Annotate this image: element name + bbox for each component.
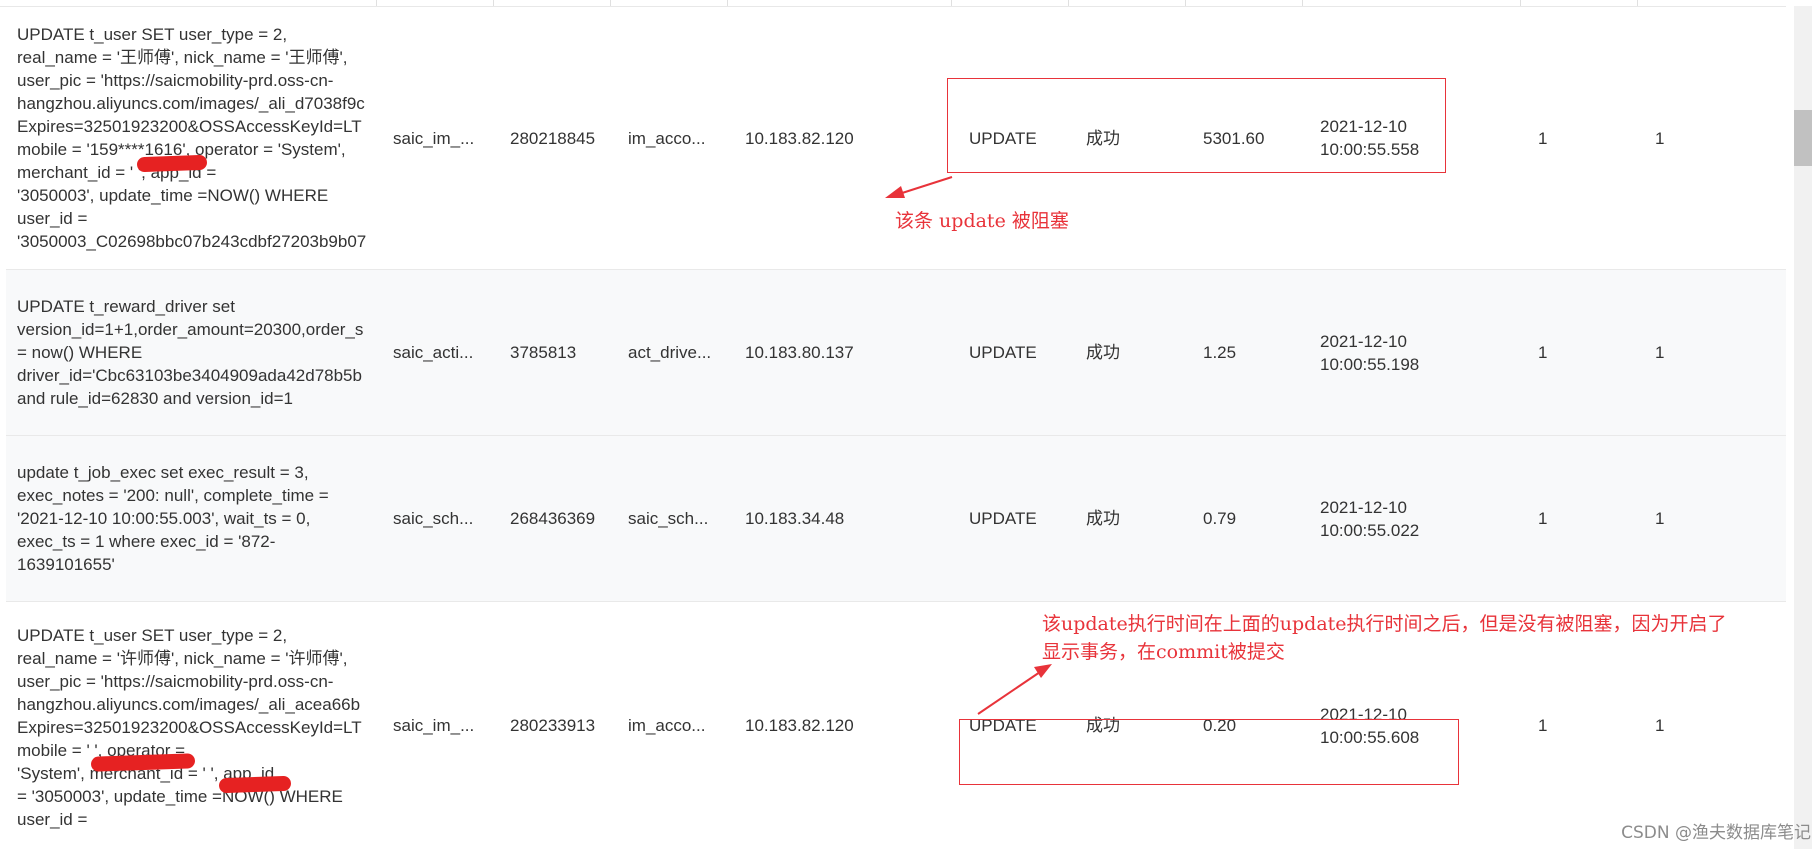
thread-id-cell: 280233913 xyxy=(510,716,596,735)
exec-time-cell: 2021-12-10 10:00:55.022 xyxy=(1320,497,1420,540)
sql-statement-cell: UPDATE t_reward_driver set version_id=1+… xyxy=(17,270,383,435)
database-cell: saic_acti... xyxy=(393,343,474,362)
column-divider xyxy=(1520,0,1521,6)
duration-cell: 1.25 xyxy=(1203,343,1237,362)
thread-id-cell: 268436369 xyxy=(510,509,596,528)
user-cell: act_drive... xyxy=(628,343,712,362)
exec-time-cell: 2021-12-10 10:00:55.198 xyxy=(1320,331,1420,374)
client-ip-cell: 10.183.82.120 xyxy=(745,128,854,148)
column-divider xyxy=(1068,0,1069,6)
column-divider xyxy=(951,0,952,6)
sql-audit-table: UPDATE t_user SET user_type = 2, real_na… xyxy=(0,0,1786,849)
client-ip-cell: 10.183.82.120 xyxy=(745,716,854,735)
count-cell: 1 xyxy=(1538,509,1548,528)
sql-statement: UPDATE t_reward_driver set version_id=1+… xyxy=(17,297,364,408)
duration-cell: 0.79 xyxy=(1203,509,1237,528)
database-cell: saic_im_... xyxy=(393,716,475,735)
table-row[interactable]: update t_job_exec set exec_result = 3, e… xyxy=(6,436,1786,602)
sql-statement-cell: UPDATE t_user SET user_type = 2, real_na… xyxy=(17,602,383,849)
sql-statement: UPDATE t_user SET user_type = 2, real_na… xyxy=(17,25,367,251)
explanation-note-line2: 显示事务，在commit被提交 xyxy=(1042,641,1285,663)
table-header-edge xyxy=(0,0,1786,7)
column-divider xyxy=(376,0,377,6)
status-cell: 成功 xyxy=(1086,128,1120,148)
csdn-watermark: CSDN @渔夫数据库笔记 xyxy=(1621,823,1811,843)
explanation-note-line1: 该update执行时间在上面的update执行时间之后，但是没有被阻塞，因为开启… xyxy=(1042,613,1727,635)
table-row[interactable]: UPDATE t_reward_driver set version_id=1+… xyxy=(6,270,1786,436)
scrollbar-thumb[interactable] xyxy=(1794,110,1812,166)
client-ip-cell: 10.183.80.137 xyxy=(745,343,854,362)
count-cell: 1 xyxy=(1655,128,1665,148)
column-divider xyxy=(1185,0,1186,6)
status-cell: 成功 xyxy=(1086,343,1120,362)
database-cell: saic_sch... xyxy=(393,509,474,528)
sql-statement-cell: update t_job_exec set exec_result = 3, e… xyxy=(17,436,383,601)
user-cell: im_acco... xyxy=(628,128,706,148)
count-cell: 1 xyxy=(1538,716,1548,735)
client-ip-cell: 10.183.34.48 xyxy=(745,509,845,528)
column-divider xyxy=(1637,0,1638,6)
page: UPDATE t_user SET user_type = 2, real_na… xyxy=(0,0,1819,849)
count-cell: 1 xyxy=(1655,509,1665,528)
thread-id-cell: 3785813 xyxy=(510,343,577,362)
status-cell: 成功 xyxy=(1086,509,1120,528)
table-row[interactable]: UPDATE t_user SET user_type = 2, real_na… xyxy=(6,602,1786,849)
count-cell: 1 xyxy=(1538,128,1548,148)
user-cell: saic_sch... xyxy=(628,509,709,528)
redaction-mark xyxy=(136,154,208,173)
column-divider xyxy=(1302,0,1303,6)
column-divider xyxy=(727,0,728,6)
sql-type-cell: UPDATE xyxy=(969,509,1037,528)
duration-cell: 5301.60 xyxy=(1203,128,1265,148)
vertical-scrollbar[interactable] xyxy=(1786,0,1819,849)
column-divider xyxy=(493,0,494,6)
blocked-note: 该条 update 被阻塞 xyxy=(895,210,1069,232)
exec-time-cell: 2021-12-10 10:00:55.558 xyxy=(1320,117,1420,159)
exec-time-cell: 2021-12-10 10:00:55.608 xyxy=(1320,704,1420,747)
count-cell: 1 xyxy=(1655,343,1665,362)
sql-statement-cell: UPDATE t_user SET user_type = 2, real_na… xyxy=(17,7,383,269)
sql-statement: UPDATE t_user SET user_type = 2, real_na… xyxy=(17,626,362,829)
sql-type-cell: UPDATE xyxy=(969,343,1037,362)
thread-id-cell: 280218845 xyxy=(510,128,596,148)
sql-statement: update t_job_exec set exec_result = 3, e… xyxy=(17,463,329,574)
column-divider xyxy=(610,0,611,6)
count-cell: 1 xyxy=(1655,716,1665,735)
redaction-mark xyxy=(218,775,292,794)
count-cell: 1 xyxy=(1538,343,1548,362)
database-cell: saic_im_... xyxy=(393,128,475,148)
user-cell: im_acco... xyxy=(628,716,706,735)
